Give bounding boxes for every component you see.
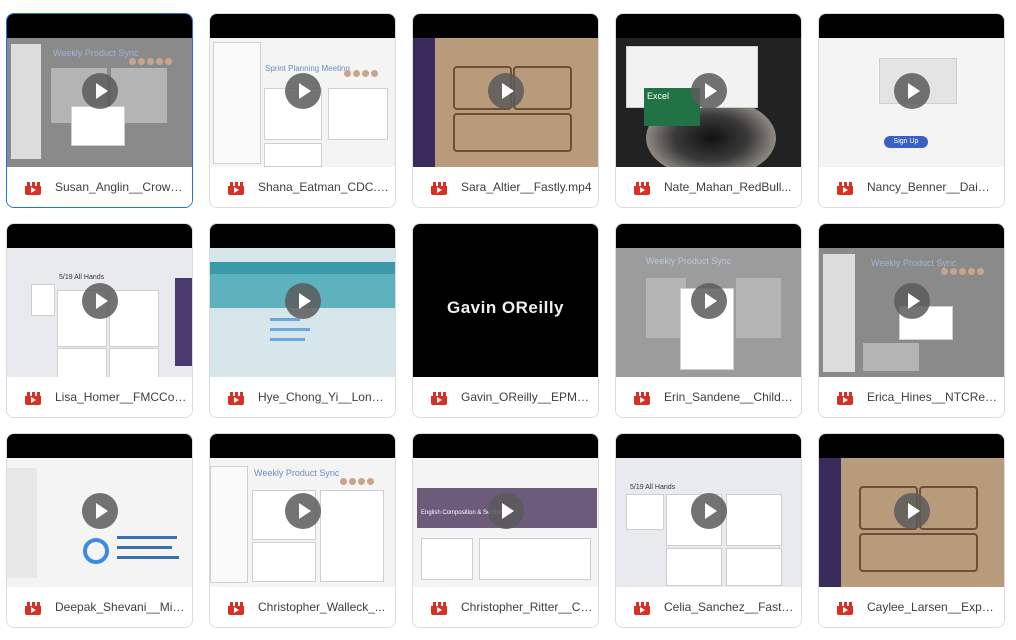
video-file-icon bbox=[228, 392, 244, 405]
file-name: Shana_Eatman_CDC.m... bbox=[258, 180, 390, 194]
screen-title: 5/19 All Hands bbox=[630, 484, 676, 491]
play-button[interactable] bbox=[284, 493, 321, 529]
screen-title: Weekly Product Sync bbox=[254, 468, 340, 478]
video-thumbnail[interactable]: Excel bbox=[616, 14, 801, 167]
video-file-icon bbox=[634, 392, 650, 405]
video-file-icon bbox=[25, 602, 41, 615]
file-name: Susan_Anglin__Crowd... bbox=[55, 180, 187, 194]
screen-title: Sprint Planning Meeting bbox=[265, 64, 350, 73]
video-card[interactable]: Excel Nate_Mahan_RedBull... bbox=[615, 13, 802, 208]
video-card[interactable]: Gavin OReilly Gavin_OReilly__EPMPr... bbox=[412, 223, 599, 418]
screen-title: 5/19 All Hands bbox=[59, 274, 105, 281]
video-card[interactable]: Sprint Planning Meeting Shana_Eatman_CDC… bbox=[209, 13, 396, 208]
video-thumbnail[interactable] bbox=[7, 434, 192, 587]
file-name: Deepak_Shevani__Mic... bbox=[55, 600, 187, 614]
video-file-icon bbox=[25, 182, 41, 195]
play-button[interactable] bbox=[487, 493, 524, 529]
video-file-icon bbox=[228, 182, 244, 195]
video-card[interactable]: English Composition & Sections 1 Christo… bbox=[412, 433, 599, 628]
video-card[interactable]: Sara_Altier__Fastly.mp4 bbox=[412, 13, 599, 208]
video-thumbnail[interactable]: Gavin OReilly bbox=[413, 224, 598, 377]
play-button[interactable] bbox=[81, 283, 118, 319]
video-thumbnail[interactable] bbox=[819, 434, 1004, 587]
video-thumbnail[interactable]: Sprint Planning Meeting bbox=[210, 14, 395, 167]
play-button[interactable] bbox=[690, 73, 727, 109]
screen-title: Weekly Product Sync bbox=[53, 48, 139, 58]
video-card[interactable]: Hye_Chong_Yi__Londo... bbox=[209, 223, 396, 418]
video-thumbnail[interactable]: Weekly Product Sync bbox=[616, 224, 801, 377]
play-button[interactable] bbox=[81, 73, 118, 109]
video-card[interactable]: Weekly Product Sync Erica_Hines__NTCResi… bbox=[818, 223, 1005, 418]
video-thumbnail[interactable]: English Composition & Sections 1 bbox=[413, 434, 598, 587]
video-file-icon bbox=[228, 602, 244, 615]
video-thumbnail[interactable] bbox=[210, 224, 395, 377]
video-card[interactable]: 5/19 All Hands Lisa_Homer__FMCCor... bbox=[6, 223, 193, 418]
video-card[interactable]: Caylee_Larsen__Experi... bbox=[818, 433, 1005, 628]
file-name: Nancy_Benner__Daiml... bbox=[867, 180, 999, 194]
video-card[interactable]: Weekly Product Sync Christopher_Walleck_… bbox=[209, 433, 396, 628]
video-file-icon bbox=[837, 392, 853, 405]
file-name: Celia_Sanchez__Fastly... bbox=[664, 600, 796, 614]
file-name: Hye_Chong_Yi__Londo... bbox=[258, 390, 390, 404]
screen-title: Gavin OReilly bbox=[446, 298, 565, 317]
video-file-icon bbox=[431, 182, 447, 195]
play-button[interactable] bbox=[487, 73, 524, 109]
file-name: Christopher_Walleck_... bbox=[258, 600, 385, 614]
play-button[interactable] bbox=[284, 283, 321, 319]
sign-up-button: Sign Up bbox=[884, 136, 928, 148]
file-name: Christopher_Ritter__Cl... bbox=[461, 600, 593, 614]
screen-title: Weekly Product Sync bbox=[646, 256, 732, 266]
file-name: Caylee_Larsen__Experi... bbox=[867, 600, 999, 614]
play-button[interactable] bbox=[893, 283, 930, 319]
video-file-icon bbox=[634, 182, 650, 195]
video-file-icon bbox=[837, 182, 853, 195]
play-button[interactable] bbox=[690, 493, 727, 529]
video-card[interactable]: Deepak_Shevani__Mic... bbox=[6, 433, 193, 628]
video-file-icon bbox=[431, 392, 447, 405]
video-file-icon bbox=[634, 602, 650, 615]
file-name: Nate_Mahan_RedBull... bbox=[664, 180, 792, 194]
video-thumbnail[interactable]: Weekly Product Sync bbox=[7, 14, 192, 167]
video-file-icon bbox=[837, 602, 853, 615]
video-card[interactable]: Weekly Product Sync Susan_Anglin__Crowd.… bbox=[6, 13, 193, 208]
video-file-icon bbox=[431, 602, 447, 615]
play-button[interactable] bbox=[893, 493, 930, 529]
video-thumbnail[interactable]: 5/19 All Hands bbox=[616, 434, 801, 587]
file-name: Erin_Sandene__Childre... bbox=[664, 390, 796, 404]
play-button[interactable] bbox=[81, 493, 118, 529]
video-thumbnail[interactable]: 5/19 All Hands bbox=[7, 224, 192, 377]
video-thumbnail[interactable]: Weekly Product Sync bbox=[210, 434, 395, 587]
play-button[interactable] bbox=[893, 73, 930, 109]
play-button[interactable] bbox=[690, 283, 727, 319]
file-name: Sara_Altier__Fastly.mp4 bbox=[461, 180, 592, 194]
video-file-icon bbox=[25, 392, 41, 405]
video-card[interactable]: 5/19 All Hands Celia_Sanchez__Fastly... bbox=[615, 433, 802, 628]
video-card[interactable]: Sign Up Nancy_Benner__Daiml... bbox=[818, 13, 1005, 208]
video-thumbnail[interactable] bbox=[413, 14, 598, 167]
play-button[interactable] bbox=[284, 73, 321, 109]
file-name: Gavin_OReilly__EPMPr... bbox=[461, 390, 593, 404]
video-card[interactable]: Weekly Product Sync Erin_Sandene__Childr… bbox=[615, 223, 802, 418]
video-thumbnail[interactable]: Weekly Product Sync bbox=[819, 224, 1004, 377]
video-thumbnail[interactable]: Sign Up bbox=[819, 14, 1004, 167]
file-name: Lisa_Homer__FMCCor... bbox=[55, 390, 187, 404]
file-name: Erica_Hines__NTCResi... bbox=[867, 390, 999, 404]
